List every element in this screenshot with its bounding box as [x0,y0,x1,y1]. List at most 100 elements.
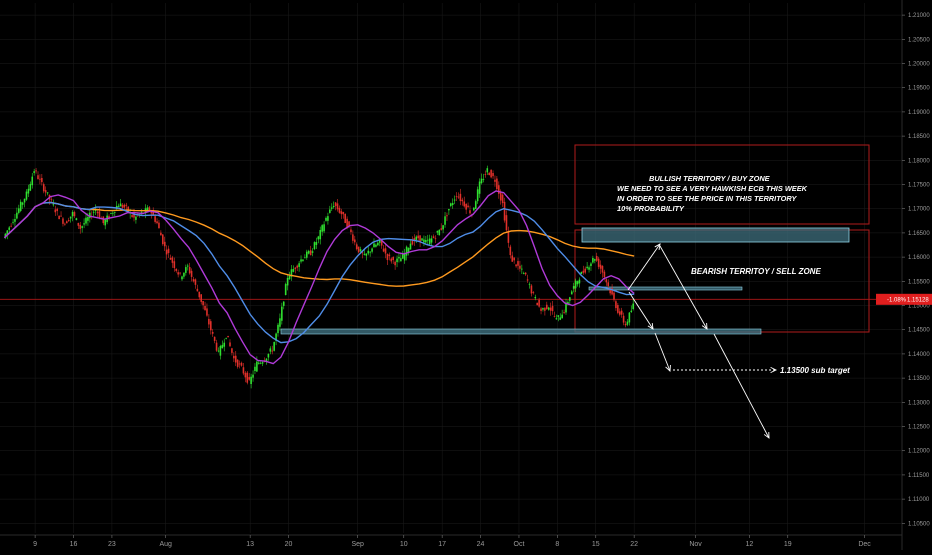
candle-body [158,222,160,229]
candle-body [528,283,531,285]
y-axis: 1.21000 1.20500 1.20000 1.19500 1.19000 1.185… [901,0,930,550]
candle-body [223,342,226,347]
candle-body [81,226,83,228]
candle-body [369,251,371,253]
candle-body [23,198,26,203]
candle-body [513,257,515,261]
candle-body [181,276,183,280]
candle-body [375,244,377,247]
bullish-annotation-line: WE NEED TO SEE A VERY HAWKISH ECB THIS W… [617,184,808,193]
candle-body [538,299,540,307]
candle-body [75,218,78,221]
candle-body [219,346,222,356]
candle-body [240,362,243,366]
candle-body [580,271,583,275]
x-tick-label: 12 [745,541,753,548]
candle-body [519,265,521,269]
y-tick-label: 1.19000 [908,110,930,116]
arrow-line [627,243,661,291]
candle-body [52,204,55,206]
bearish-annotation: BEARISH TERRITOY / SELL ZONE [691,267,821,276]
candle-body [58,215,60,220]
candle-body [559,317,562,320]
candle-body [110,213,112,214]
candle-body [421,238,423,241]
price-badge-change: -1.08% [887,297,907,303]
candle-body [444,216,446,225]
x-tick-label: Aug [159,541,172,548]
candle-body [273,341,275,351]
candle-body [549,307,552,311]
candle-body [336,203,339,210]
candle-body [521,268,523,270]
candle-body [29,183,32,191]
candle-body [618,311,621,315]
candle-body [31,176,34,186]
candle-body [555,318,558,320]
candle-body [524,272,527,275]
candle-body [605,279,608,283]
x-tick-label: 17 [438,541,446,548]
candle-body [200,294,202,302]
candle-body [236,359,239,367]
candle-body [377,242,379,246]
candle-body [511,255,514,262]
candle-body [482,179,485,180]
candle-body [25,191,28,200]
candle-body [179,272,181,274]
candle-body [254,366,256,372]
candle-body [542,308,544,310]
arrow-head [654,243,661,250]
candle-body [319,229,322,240]
candle-body [125,204,128,206]
candle-body [185,267,187,273]
candle-body [210,321,212,331]
candle-body [56,208,58,212]
candle-body [269,348,272,352]
candle-body [450,203,452,206]
candle-body [547,307,550,310]
candle-body [354,239,356,243]
x-tick-label: 13 [246,541,254,548]
candle-body [250,376,252,385]
candle-body [233,355,235,359]
candle-body [459,193,462,202]
candle-body [505,215,508,231]
candle-body [123,204,126,208]
y-tick-label: 1.17000 [908,207,930,213]
candle-body [73,212,76,217]
candle-body [104,219,106,226]
price-chart[interactable]: BULLISH TERRITORY / BUY ZONE WE NEED TO S… [0,0,932,550]
candle-body [394,261,396,266]
candle-body [294,267,297,270]
y-tick-label: 1.15500 [908,279,930,285]
candle-body [457,196,460,198]
candle-body [624,323,627,326]
candle-body [576,281,579,285]
candle-body [588,267,590,270]
candle-body [350,229,352,233]
candle-body [286,277,289,286]
candle-body [171,257,174,263]
candle-body [313,242,316,250]
candle-body [119,203,122,207]
candle-body [382,248,385,252]
candle-body [536,302,538,306]
candle-body [344,213,346,223]
candle-body [67,219,70,222]
chart-canvas[interactable]: BULLISH TERRITORY / BUY ZONEWE NEED TO S… [0,0,932,550]
candle-body [217,350,220,352]
candle-body [196,288,199,292]
candle-body [317,236,320,240]
candle-body [461,199,464,202]
y-tick-label: 1.16000 [908,255,930,261]
candle-body [557,315,560,317]
candle-body [302,259,304,261]
candle-body [169,257,172,260]
candle-body [632,303,634,310]
y-tick-label: 1.20000 [908,62,930,68]
candle-body [620,310,623,315]
candle-body [530,285,533,294]
candle-body [321,225,323,232]
candle-body [430,238,433,243]
